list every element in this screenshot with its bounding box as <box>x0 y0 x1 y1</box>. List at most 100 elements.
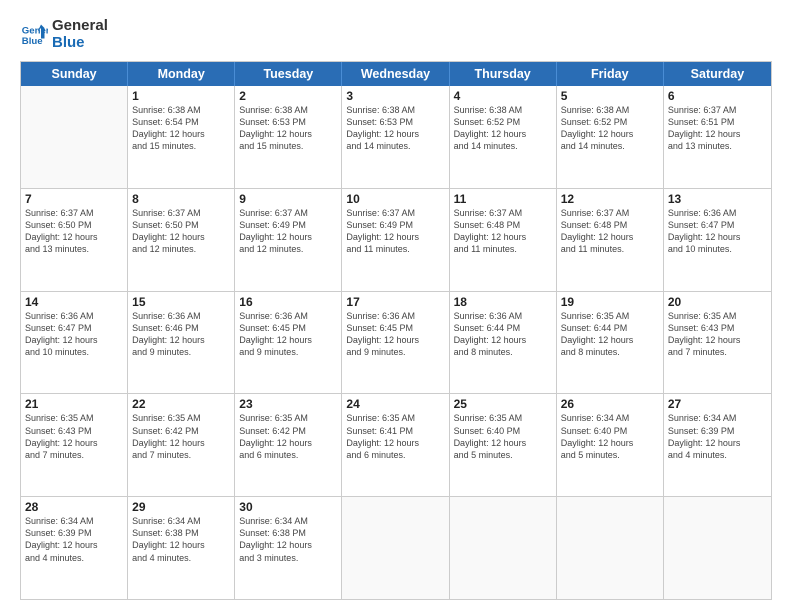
day-number: 15 <box>132 295 230 309</box>
day-number: 24 <box>346 397 444 411</box>
logo-line1: General <box>52 18 108 35</box>
day-number: 26 <box>561 397 659 411</box>
header-day-sunday: Sunday <box>21 62 128 86</box>
cell-info: Sunrise: 6:34 AM Sunset: 6:38 PM Dayligh… <box>239 515 337 564</box>
day-number: 19 <box>561 295 659 309</box>
header-day-tuesday: Tuesday <box>235 62 342 86</box>
cell-info: Sunrise: 6:35 AM Sunset: 6:42 PM Dayligh… <box>132 412 230 461</box>
calendar-cell: 14Sunrise: 6:36 AM Sunset: 6:47 PM Dayli… <box>21 292 128 394</box>
header-day-thursday: Thursday <box>450 62 557 86</box>
header-day-monday: Monday <box>128 62 235 86</box>
cell-info: Sunrise: 6:35 AM Sunset: 6:41 PM Dayligh… <box>346 412 444 461</box>
day-number: 25 <box>454 397 552 411</box>
calendar-cell <box>557 497 664 599</box>
calendar-cell: 25Sunrise: 6:35 AM Sunset: 6:40 PM Dayli… <box>450 394 557 496</box>
svg-text:Blue: Blue <box>22 35 43 46</box>
calendar-cell <box>342 497 449 599</box>
cell-info: Sunrise: 6:36 AM Sunset: 6:47 PM Dayligh… <box>25 310 123 359</box>
cell-info: Sunrise: 6:35 AM Sunset: 6:42 PM Dayligh… <box>239 412 337 461</box>
cell-info: Sunrise: 6:35 AM Sunset: 6:40 PM Dayligh… <box>454 412 552 461</box>
day-number: 16 <box>239 295 337 309</box>
day-number: 9 <box>239 192 337 206</box>
calendar-cell: 8Sunrise: 6:37 AM Sunset: 6:50 PM Daylig… <box>128 189 235 291</box>
day-number: 8 <box>132 192 230 206</box>
cell-info: Sunrise: 6:34 AM Sunset: 6:40 PM Dayligh… <box>561 412 659 461</box>
cell-info: Sunrise: 6:36 AM Sunset: 6:46 PM Dayligh… <box>132 310 230 359</box>
cell-info: Sunrise: 6:37 AM Sunset: 6:50 PM Dayligh… <box>25 207 123 256</box>
cell-info: Sunrise: 6:34 AM Sunset: 6:38 PM Dayligh… <box>132 515 230 564</box>
calendar-cell: 1Sunrise: 6:38 AM Sunset: 6:54 PM Daylig… <box>128 86 235 188</box>
day-number: 12 <box>561 192 659 206</box>
cell-info: Sunrise: 6:37 AM Sunset: 6:49 PM Dayligh… <box>239 207 337 256</box>
calendar: SundayMondayTuesdayWednesdayThursdayFrid… <box>20 61 772 600</box>
logo-icon: General Blue <box>20 21 48 49</box>
day-number: 20 <box>668 295 767 309</box>
day-number: 29 <box>132 500 230 514</box>
day-number: 13 <box>668 192 767 206</box>
page: General Blue General Blue SundayMondayTu… <box>0 0 792 612</box>
cell-info: Sunrise: 6:35 AM Sunset: 6:43 PM Dayligh… <box>25 412 123 461</box>
day-number: 11 <box>454 192 552 206</box>
day-number: 27 <box>668 397 767 411</box>
calendar-cell: 16Sunrise: 6:36 AM Sunset: 6:45 PM Dayli… <box>235 292 342 394</box>
cell-info: Sunrise: 6:38 AM Sunset: 6:54 PM Dayligh… <box>132 104 230 153</box>
calendar-cell: 22Sunrise: 6:35 AM Sunset: 6:42 PM Dayli… <box>128 394 235 496</box>
cell-info: Sunrise: 6:34 AM Sunset: 6:39 PM Dayligh… <box>668 412 767 461</box>
cell-info: Sunrise: 6:34 AM Sunset: 6:39 PM Dayligh… <box>25 515 123 564</box>
calendar-cell: 5Sunrise: 6:38 AM Sunset: 6:52 PM Daylig… <box>557 86 664 188</box>
day-number: 6 <box>668 89 767 103</box>
cell-info: Sunrise: 6:36 AM Sunset: 6:44 PM Dayligh… <box>454 310 552 359</box>
calendar-cell: 21Sunrise: 6:35 AM Sunset: 6:43 PM Dayli… <box>21 394 128 496</box>
day-number: 22 <box>132 397 230 411</box>
cell-info: Sunrise: 6:37 AM Sunset: 6:51 PM Dayligh… <box>668 104 767 153</box>
calendar-body: 1Sunrise: 6:38 AM Sunset: 6:54 PM Daylig… <box>21 86 771 599</box>
calendar-row-4: 21Sunrise: 6:35 AM Sunset: 6:43 PM Dayli… <box>21 393 771 496</box>
header: General Blue General Blue <box>20 18 772 51</box>
calendar-cell: 17Sunrise: 6:36 AM Sunset: 6:45 PM Dayli… <box>342 292 449 394</box>
calendar-row-5: 28Sunrise: 6:34 AM Sunset: 6:39 PM Dayli… <box>21 496 771 599</box>
calendar-cell: 18Sunrise: 6:36 AM Sunset: 6:44 PM Dayli… <box>450 292 557 394</box>
cell-info: Sunrise: 6:36 AM Sunset: 6:45 PM Dayligh… <box>239 310 337 359</box>
day-number: 4 <box>454 89 552 103</box>
cell-info: Sunrise: 6:38 AM Sunset: 6:53 PM Dayligh… <box>239 104 337 153</box>
cell-info: Sunrise: 6:36 AM Sunset: 6:45 PM Dayligh… <box>346 310 444 359</box>
day-number: 17 <box>346 295 444 309</box>
cell-info: Sunrise: 6:38 AM Sunset: 6:53 PM Dayligh… <box>346 104 444 153</box>
cell-info: Sunrise: 6:37 AM Sunset: 6:48 PM Dayligh… <box>454 207 552 256</box>
cell-info: Sunrise: 6:38 AM Sunset: 6:52 PM Dayligh… <box>561 104 659 153</box>
header-day-friday: Friday <box>557 62 664 86</box>
day-number: 5 <box>561 89 659 103</box>
calendar-cell: 26Sunrise: 6:34 AM Sunset: 6:40 PM Dayli… <box>557 394 664 496</box>
cell-info: Sunrise: 6:38 AM Sunset: 6:52 PM Dayligh… <box>454 104 552 153</box>
day-number: 7 <box>25 192 123 206</box>
calendar-cell: 12Sunrise: 6:37 AM Sunset: 6:48 PM Dayli… <box>557 189 664 291</box>
day-number: 3 <box>346 89 444 103</box>
calendar-header: SundayMondayTuesdayWednesdayThursdayFrid… <box>21 62 771 86</box>
calendar-row-2: 7Sunrise: 6:37 AM Sunset: 6:50 PM Daylig… <box>21 188 771 291</box>
calendar-cell: 23Sunrise: 6:35 AM Sunset: 6:42 PM Dayli… <box>235 394 342 496</box>
cell-info: Sunrise: 6:35 AM Sunset: 6:43 PM Dayligh… <box>668 310 767 359</box>
cell-info: Sunrise: 6:37 AM Sunset: 6:48 PM Dayligh… <box>561 207 659 256</box>
cell-info: Sunrise: 6:37 AM Sunset: 6:50 PM Dayligh… <box>132 207 230 256</box>
header-day-saturday: Saturday <box>664 62 771 86</box>
day-number: 18 <box>454 295 552 309</box>
calendar-cell <box>450 497 557 599</box>
calendar-row-3: 14Sunrise: 6:36 AM Sunset: 6:47 PM Dayli… <box>21 291 771 394</box>
calendar-cell: 15Sunrise: 6:36 AM Sunset: 6:46 PM Dayli… <box>128 292 235 394</box>
calendar-cell: 29Sunrise: 6:34 AM Sunset: 6:38 PM Dayli… <box>128 497 235 599</box>
calendar-cell: 2Sunrise: 6:38 AM Sunset: 6:53 PM Daylig… <box>235 86 342 188</box>
day-number: 14 <box>25 295 123 309</box>
header-day-wednesday: Wednesday <box>342 62 449 86</box>
calendar-cell: 24Sunrise: 6:35 AM Sunset: 6:41 PM Dayli… <box>342 394 449 496</box>
calendar-cell <box>21 86 128 188</box>
calendar-row-1: 1Sunrise: 6:38 AM Sunset: 6:54 PM Daylig… <box>21 86 771 188</box>
cell-info: Sunrise: 6:36 AM Sunset: 6:47 PM Dayligh… <box>668 207 767 256</box>
logo-line2: Blue <box>52 35 108 52</box>
calendar-cell: 13Sunrise: 6:36 AM Sunset: 6:47 PM Dayli… <box>664 189 771 291</box>
calendar-cell: 11Sunrise: 6:37 AM Sunset: 6:48 PM Dayli… <box>450 189 557 291</box>
day-number: 10 <box>346 192 444 206</box>
calendar-cell: 28Sunrise: 6:34 AM Sunset: 6:39 PM Dayli… <box>21 497 128 599</box>
calendar-cell: 10Sunrise: 6:37 AM Sunset: 6:49 PM Dayli… <box>342 189 449 291</box>
calendar-cell: 27Sunrise: 6:34 AM Sunset: 6:39 PM Dayli… <box>664 394 771 496</box>
calendar-cell: 9Sunrise: 6:37 AM Sunset: 6:49 PM Daylig… <box>235 189 342 291</box>
